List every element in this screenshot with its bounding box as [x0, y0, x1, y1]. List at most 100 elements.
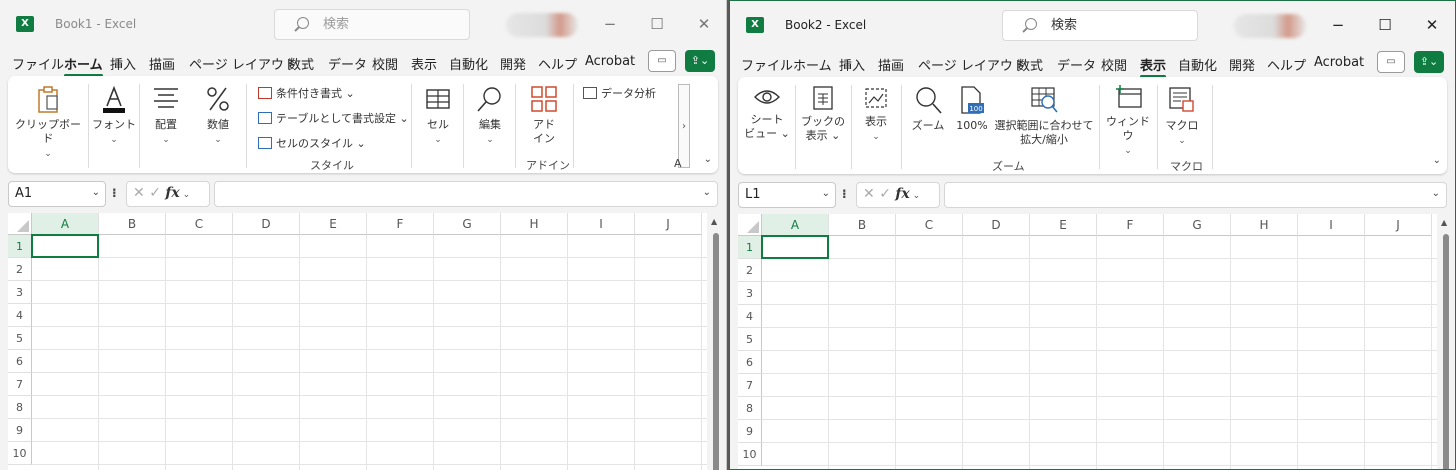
- row-header[interactable]: 7: [738, 374, 762, 397]
- row-header[interactable]: 4: [738, 305, 762, 328]
- row-header[interactable]: 6: [8, 350, 32, 373]
- row-header[interactable]: 2: [738, 259, 762, 282]
- column-header[interactable]: J: [635, 213, 702, 235]
- tab-data[interactable]: データ: [1057, 55, 1096, 74]
- row-header[interactable]: 5: [8, 327, 32, 350]
- row-header[interactable]: 10: [738, 443, 762, 466]
- column-header[interactable]: F: [367, 213, 434, 235]
- scrollbar-thumb[interactable]: [1443, 234, 1449, 469]
- column-header[interactable]: F: [1097, 214, 1164, 236]
- share-button[interactable]: ⇪⌄: [685, 50, 715, 72]
- tab-draw[interactable]: 描画: [149, 54, 175, 73]
- scroll-up-icon[interactable]: ▲: [711, 217, 717, 226]
- active-cell[interactable]: [31, 234, 99, 258]
- tab-formulas[interactable]: 数式: [1017, 55, 1043, 74]
- expand-formula-icon[interactable]: ⌄: [1432, 188, 1440, 199]
- row-header[interactable]: 5: [738, 328, 762, 351]
- show-button[interactable]: 表示 ⌄: [856, 85, 896, 144]
- alignment-button[interactable]: 配置 ⌄: [144, 84, 188, 147]
- tab-automate[interactable]: 自動化: [1178, 55, 1217, 74]
- cell-styles-button[interactable]: セルのスタイル ⌄: [258, 135, 366, 151]
- formula-input[interactable]: ⌄: [944, 182, 1447, 208]
- tab-insert[interactable]: 挿入: [839, 55, 865, 74]
- clipboard-button[interactable]: クリップボード ⌄: [12, 84, 84, 161]
- close-button[interactable]: ✕: [689, 12, 719, 36]
- row-header[interactable]: 9: [8, 419, 32, 442]
- ribbon-collapse-chevron-icon[interactable]: ⌄: [1433, 155, 1441, 166]
- search-box[interactable]: 検索: [1002, 10, 1198, 41]
- column-header[interactable]: D: [233, 213, 300, 235]
- comments-button[interactable]: ▭: [1377, 51, 1405, 73]
- column-header[interactable]: I: [1298, 214, 1365, 236]
- active-cell[interactable]: [761, 235, 829, 259]
- sheet-view-button[interactable]: シート ビュー ⌄: [742, 85, 792, 141]
- spreadsheet-grid[interactable]: A B C D E F G H I J 1 2 3 4 5 6 7 8 9 10: [738, 214, 1437, 469]
- column-header[interactable]: A: [32, 213, 99, 235]
- row-header[interactable]: 7: [8, 373, 32, 396]
- enter-icon[interactable]: ✓: [149, 185, 161, 201]
- tab-draw[interactable]: 描画: [878, 55, 904, 74]
- insert-function-button[interactable]: fx: [165, 185, 179, 201]
- zoom-100-button[interactable]: 100 100%: [950, 85, 994, 133]
- column-header[interactable]: E: [1030, 214, 1097, 236]
- ribbon-collapse-chevron-icon[interactable]: ⌄: [704, 154, 712, 165]
- tab-automate[interactable]: 自動化: [449, 54, 488, 73]
- tab-file[interactable]: ファイル: [741, 55, 793, 74]
- column-header[interactable]: E: [300, 213, 367, 235]
- vertical-scrollbar[interactable]: ▲: [1441, 214, 1451, 469]
- column-header[interactable]: G: [1164, 214, 1231, 236]
- column-header[interactable]: H: [501, 213, 568, 235]
- maximize-button[interactable]: ☐: [1370, 13, 1400, 37]
- tab-acrobat[interactable]: Acrobat: [585, 54, 635, 69]
- minimize-button[interactable]: −: [595, 12, 625, 36]
- window-button[interactable]: ウィンドウ ⌄: [1102, 85, 1154, 158]
- row-header[interactable]: 6: [738, 351, 762, 374]
- tab-acrobat[interactable]: Acrobat: [1314, 55, 1364, 70]
- tab-developer[interactable]: 開発: [500, 54, 526, 73]
- tab-file[interactable]: ファイル: [12, 54, 64, 73]
- tab-help[interactable]: ヘルプ: [538, 54, 577, 73]
- column-header[interactable]: A: [762, 214, 829, 236]
- name-box[interactable]: A1 ⌄: [8, 181, 106, 207]
- number-format-button[interactable]: 数値 ⌄: [196, 84, 240, 147]
- vertical-scrollbar[interactable]: ▲: [711, 213, 721, 470]
- cancel-icon[interactable]: ✕: [133, 185, 145, 201]
- tab-insert[interactable]: 挿入: [110, 54, 136, 73]
- tab-formulas[interactable]: 数式: [288, 54, 314, 73]
- account-avatar[interactable]: [506, 13, 578, 37]
- tab-home[interactable]: ホーム: [793, 55, 832, 74]
- column-header[interactable]: C: [166, 213, 233, 235]
- column-header[interactable]: C: [896, 214, 963, 236]
- column-header[interactable]: B: [99, 213, 166, 235]
- row-header[interactable]: 2: [8, 258, 32, 281]
- tab-data[interactable]: データ: [328, 54, 367, 73]
- editing-button[interactable]: 編集 ⌄: [468, 84, 512, 147]
- scroll-up-icon[interactable]: ▲: [1441, 218, 1447, 227]
- comments-button[interactable]: ▭: [648, 50, 676, 72]
- ribbon-scroll-right-button[interactable]: ›: [678, 84, 690, 168]
- row-header[interactable]: 1: [738, 236, 762, 259]
- tab-help[interactable]: ヘルプ: [1267, 55, 1306, 74]
- tab-page-layout[interactable]: ページ レイアウト: [918, 55, 1026, 74]
- column-header[interactable]: H: [1231, 214, 1298, 236]
- row-header[interactable]: 8: [738, 397, 762, 420]
- tab-review[interactable]: 校閲: [372, 54, 398, 73]
- column-header[interactable]: J: [1365, 214, 1432, 236]
- name-box[interactable]: L1 ⌄: [738, 182, 836, 208]
- row-header[interactable]: 9: [738, 420, 762, 443]
- tab-view[interactable]: 表示: [1140, 55, 1167, 78]
- data-analysis-button[interactable]: データ分析: [583, 85, 656, 101]
- addins-button[interactable]: アド イン: [520, 84, 568, 146]
- select-all-corner[interactable]: [8, 213, 32, 235]
- more-options-icon[interactable]: ⁝: [842, 187, 847, 201]
- column-header[interactable]: B: [829, 214, 896, 236]
- cells-button[interactable]: セル ⌄: [416, 84, 460, 147]
- spreadsheet-grid[interactable]: A B C D E F G H I J 1 2 3 4 5 6 7 8 9 10: [8, 213, 707, 470]
- row-header[interactable]: 3: [738, 282, 762, 305]
- format-as-table-button[interactable]: テーブルとして書式設定 ⌄: [258, 110, 409, 126]
- maximize-button[interactable]: ☐: [642, 12, 672, 36]
- column-header[interactable]: D: [963, 214, 1030, 236]
- row-header[interactable]: 1: [8, 235, 32, 258]
- conditional-format-button[interactable]: 条件付き書式 ⌄: [258, 85, 355, 101]
- minimize-button[interactable]: −: [1323, 13, 1353, 37]
